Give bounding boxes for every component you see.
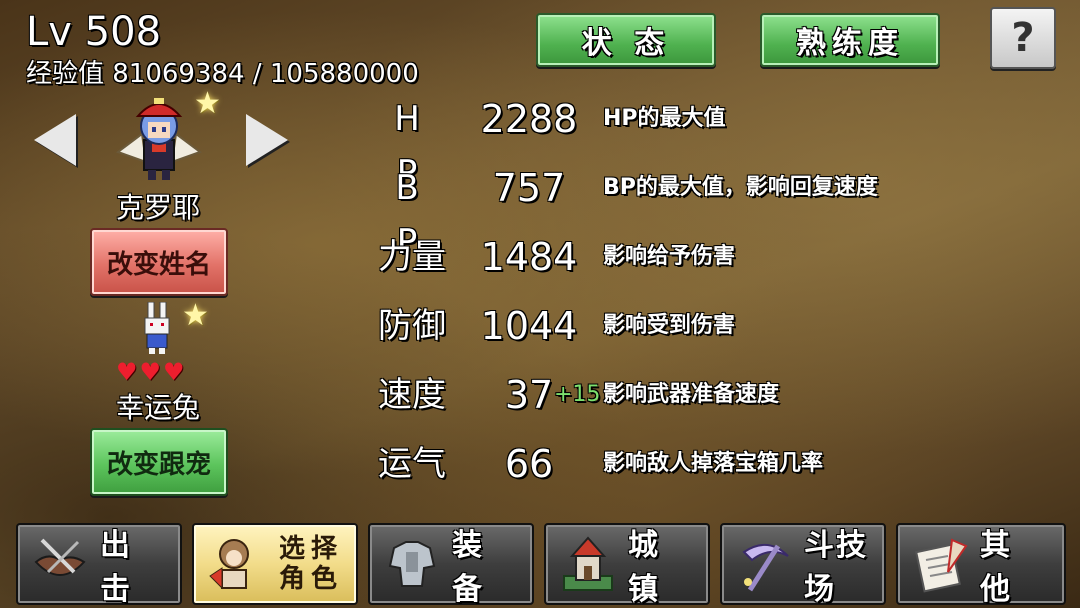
tab-status-label: 状 态 [581,26,671,61]
help-icon: ? [1011,15,1035,61]
help-button[interactable]: ? [990,7,1056,69]
nav-select-character-button[interactable]: 选择角色 [192,523,358,605]
stat-description: BP的最大值，影响回复速度 [603,175,878,200]
character-icon [209,539,249,590]
armor-icon [388,541,436,587]
stat-description: 影响敌人掉落宝箱几率 [603,451,824,476]
stat-label: 运气 [378,444,446,484]
nav-attack-label: 出 击 [100,528,138,607]
nav-other-button[interactable]: 其 他 [896,523,1066,607]
nav-town-button[interactable]: 城 镇 [544,523,710,607]
stat-row-hp: H P 2288 HP的最大值 [0,92,1080,193]
stat-value: 1484 [480,235,578,279]
stat-value: 2288 [480,97,578,141]
stat-description: HP的最大值 [603,106,726,131]
nav-arena-label: 斗技场 [804,528,868,607]
stat-row-strength: 力量 1484 影响给予伤害 [0,230,1080,284]
stat-value: 757 [492,166,566,210]
tab-status[interactable]: 状 态 [536,13,716,67]
stat-value: 66 [504,442,554,486]
stat-description: 影响受到伤害 [603,313,736,338]
scroll-icon [915,538,968,593]
scythe-icon [742,544,789,592]
tab-proficiency-label: 熟练度 [796,26,904,61]
stat-value: 1044 [480,304,578,348]
nav-arena-button[interactable]: 斗技场 [720,523,886,607]
stat-label: 速度 [378,375,446,415]
nav-other-label: 其 他 [980,528,1018,607]
stat-description: 影响武器准备速度 [603,382,780,407]
stat-description: 影响给予伤害 [603,244,736,269]
nav-equipment-button[interactable]: 装 备 [368,523,534,607]
nav-attack-button[interactable]: 出 击 [16,523,182,607]
town-icon [563,536,613,591]
stat-row-defense: 防御 1044 影响受到伤害 [0,299,1080,353]
nav-town-label: 城 镇 [628,528,666,607]
nav-select-character-label: 选择角色 [278,534,343,594]
nav-equipment-label: 装 备 [452,528,490,607]
experience-label: 经验值 81069384 / 105880000 [26,59,419,89]
stat-row-speed: 速度 37 +15 影响武器准备速度 [0,368,1080,422]
tab-proficiency[interactable]: 熟练度 [760,13,940,67]
stat-bonus: +15 [554,382,601,407]
sword-icon [34,538,86,576]
level-label: Lv 508 [26,9,162,55]
stat-label: 防御 [378,306,446,346]
stat-label: 力量 [378,237,446,277]
stat-row-luck: 运气 66 影响敌人掉落宝箱几率 [0,437,1080,491]
stat-row-bp: B P 757 BP的最大值，影响回复速度 [0,161,1080,262]
